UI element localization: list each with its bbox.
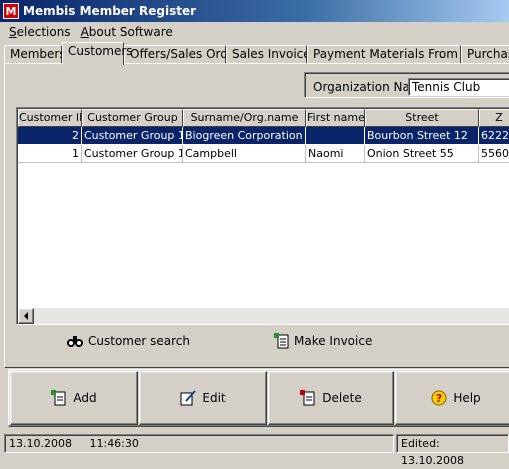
add-button-label: Add — [73, 391, 97, 405]
tab-sales-invoices[interactable]: Sales Invoices — [226, 45, 317, 64]
binoculars-icon — [67, 336, 83, 347]
tab-strip: Members Customers Offers/Sales Orders Sa… — [0, 42, 509, 65]
delete-button[interactable]: Delete — [268, 371, 394, 425]
menu-about-label: bout Software — [88, 25, 173, 39]
menu-bar: Selections About Software — [0, 22, 509, 42]
column-header-customer-id[interactable]: Customer ID — [18, 109, 82, 127]
title-bar: M Membis Member Register — [0, 0, 509, 22]
status-time: 11:46:30 — [89, 437, 139, 450]
cell-first-name — [306, 127, 365, 145]
cell-customer-group: Customer Group 1 — [82, 127, 183, 145]
delete-document-icon — [300, 390, 315, 406]
window-title: Membis Member Register — [23, 4, 197, 18]
status-date: 13.10.2008 — [9, 437, 72, 450]
tab-members[interactable]: Members — [4, 45, 66, 64]
column-header-street[interactable]: Street — [365, 109, 479, 127]
org-select-value: Tennis Club — [412, 80, 481, 94]
tab-payment-materials[interactable]: Payment Materials From Bank — [307, 45, 492, 64]
new-document-icon — [274, 333, 289, 349]
tab-purchase[interactable]: Purchase — [461, 45, 509, 64]
make-invoice-label: Make Invoice — [294, 334, 373, 348]
cell-customer-group: Customer Group 1 — [82, 145, 183, 163]
cell-zip: 55600 — [479, 145, 509, 163]
menu-selections-label: elections — [16, 25, 71, 39]
table-row[interactable]: 1 Customer Group 1 Campbell Naomi Onion … — [18, 145, 509, 163]
status-datetime: 13.10.2008 11:46:30 — [4, 434, 394, 453]
cell-surname: Biogreen Corporation — [183, 127, 306, 145]
cell-street: Onion Street 55 — [365, 145, 479, 163]
customer-search-label: Customer search — [88, 334, 190, 348]
help-button[interactable]: ? Help — [395, 371, 509, 425]
triangle-left-icon — [24, 312, 28, 320]
table-row[interactable]: 2 Customer Group 1 Biogreen Corporation … — [18, 127, 509, 145]
cell-first-name: Naomi — [306, 145, 365, 163]
cell-street: Bourbon Street 12 — [365, 127, 479, 145]
help-button-label: Help — [453, 391, 481, 405]
column-header-first-name[interactable]: First name — [306, 109, 365, 127]
grid-header: Customer ID Customer Group Surname/Org.n… — [18, 109, 509, 127]
add-button[interactable]: Add — [10, 371, 138, 425]
cell-customer-id: 1 — [18, 145, 82, 163]
help-icon: ? — [431, 390, 447, 406]
column-header-zip[interactable]: Z — [479, 109, 509, 127]
scroll-left-button[interactable] — [18, 308, 34, 324]
status-edited-text: Edited: 13.10.2008 — [401, 437, 464, 467]
delete-button-label: Delete — [322, 391, 362, 405]
menu-selections[interactable]: Selections — [4, 25, 76, 39]
org-select[interactable]: Tennis Club — [408, 78, 509, 96]
menu-selections-accel: S — [9, 25, 17, 39]
cell-zip: 62220 — [479, 127, 509, 145]
horizontal-scrollbar[interactable] — [18, 308, 509, 324]
app-icon: M — [3, 3, 19, 19]
menu-about-software[interactable]: About Software — [76, 25, 178, 39]
svg-text:?: ? — [436, 392, 442, 405]
make-invoice-button[interactable]: Make Invoice — [274, 332, 372, 350]
customer-grid[interactable]: Customer ID Customer Group Surname/Org.n… — [16, 107, 509, 325]
column-header-surname[interactable]: Surname/Org.name — [183, 109, 306, 127]
tab-offers-sales-orders[interactable]: Offers/Sales Orders — [124, 45, 246, 64]
cell-surname: Campbell — [183, 145, 306, 163]
customer-search-button[interactable]: Customer search — [66, 332, 190, 350]
menu-about-accel: A — [80, 25, 89, 39]
app-icon-letter: M — [5, 4, 17, 18]
edit-button[interactable]: Edit — [139, 371, 267, 425]
status-edited: Edited: 13.10.2008 — [396, 434, 509, 467]
cell-customer-id: 2 — [18, 127, 82, 145]
edit-icon — [180, 390, 197, 406]
column-header-customer-group[interactable]: Customer Group — [82, 109, 183, 127]
add-document-icon — [51, 390, 66, 406]
edit-button-label: Edit — [202, 391, 226, 405]
tab-customers[interactable]: Customers — [62, 42, 133, 65]
